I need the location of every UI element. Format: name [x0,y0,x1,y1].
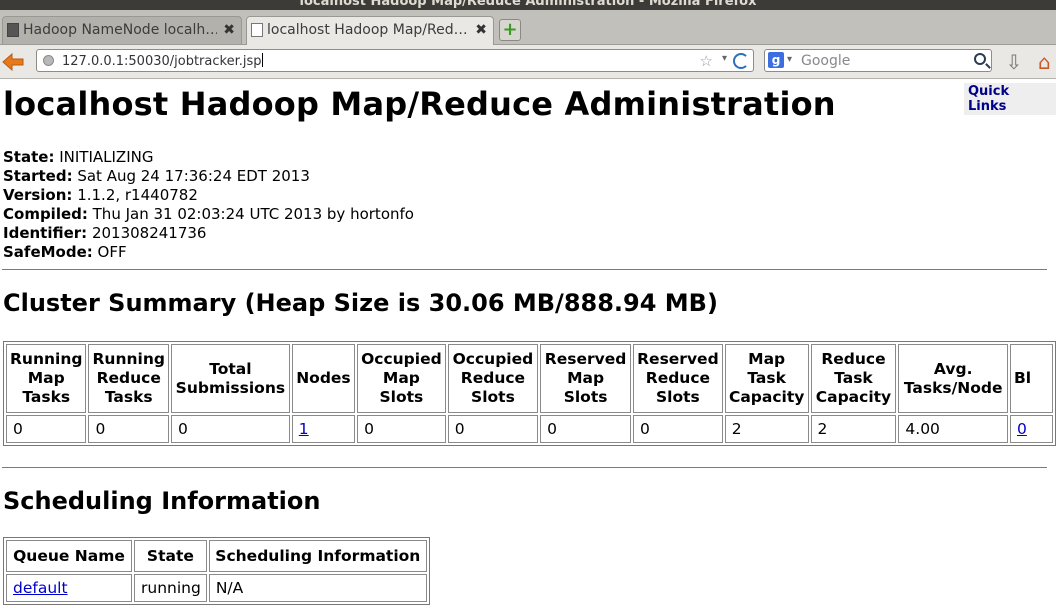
table-cell: 1 [291,415,356,443]
info-version: Version: 1.1.2, r1440782 [3,186,414,205]
quick-links-menu[interactable]: Quick Links [964,83,1056,115]
close-tab-icon[interactable]: ✖ [475,17,487,43]
column-header: Nodes [291,344,356,413]
bookmark-star-icon[interactable]: ☆ [700,52,713,70]
table-cell: N/A [208,574,427,602]
table-header-row: Queue Name State Scheduling Information [6,540,427,572]
info-state: State: INITIALIZING [3,148,414,167]
table-cell: 0 [540,415,632,443]
blank-page-icon [251,23,263,37]
info-safemode: SafeMode: OFF [3,243,414,262]
table-cell: 0 [170,415,290,443]
column-header: Total Submissions [170,344,290,413]
table-cell: 0 [447,415,539,443]
table-header-row: Running Map Tasks Running Reduce Tasks T… [6,344,1053,413]
table-row: 0 0 0 1 0 0 0 0 2 2 4.00 0 [6,415,1053,443]
info-value: 201308241736 [87,224,207,242]
text-caret [261,53,263,67]
info-label: State: [3,148,55,166]
table-cell: 2 [724,415,809,443]
home-icon[interactable]: ⌂ [1038,51,1056,73]
tab-jobtracker[interactable]: localhost Hadoop Map/Red… ✖ [246,16,494,45]
column-header: Reserved Reduce Slots [633,344,723,413]
search-engine-dropdown-icon[interactable]: ▾ [787,54,792,65]
scheduling-table: Queue Name State Scheduling Information … [3,537,430,605]
cluster-summary-heading: Cluster Summary (Heap Size is 30.06 MB/8… [3,289,718,317]
url-text[interactable]: 127.0.0.1:50030/jobtracker.jsp [62,54,262,69]
table-cell: 4.00 [898,415,1008,443]
search-bar[interactable]: g ▾ Google [764,49,992,72]
site-identity-icon[interactable] [43,55,54,66]
scheduling-information-heading: Scheduling Information [3,487,321,515]
table-cell: running [134,574,207,602]
column-header: State [134,540,207,572]
reload-icon[interactable] [733,53,749,69]
queue-link[interactable]: default [13,579,68,597]
info-started: Started: Sat Aug 24 17:36:24 EDT 2013 [3,167,414,186]
info-identifier: Identifier: 201308241736 [3,224,414,243]
page-content: Quick Links localhost Hadoop Map/Reduce … [0,79,1056,608]
table-row: default running N/A [6,574,427,602]
search-icon[interactable] [974,53,986,65]
history-dropdown-icon[interactable]: ▾ [722,53,727,64]
column-header: Queue Name [6,540,132,572]
info-value: Thu Jan 31 02:03:24 UTC 2013 by hortonfo [87,205,414,223]
table-cell: 2 [810,415,897,443]
info-label: Version: [3,186,73,204]
divider [2,467,1047,468]
column-header: Avg. Tasks/Node [898,344,1008,413]
search-input[interactable]: Google [801,53,850,69]
nodes-link[interactable]: 1 [299,420,309,438]
divider [2,269,1047,270]
info-label: Started: [3,167,73,185]
window-title-bar: localhost Hadoop Map/Reduce Administrati… [0,0,1056,10]
window-title: localhost Hadoop Map/Reduce Administrati… [299,0,757,9]
back-arrow-icon[interactable] [2,53,24,71]
table-cell: 0 [88,415,169,443]
page-title: localhost Hadoop Map/Reduce Administrati… [3,85,836,123]
google-engine-icon[interactable]: g [768,52,784,68]
info-value: Sat Aug 24 17:36:24 EDT 2013 [72,167,310,185]
column-header: Reserved Map Slots [540,344,632,413]
url-bar[interactable]: 127.0.0.1:50030/jobtracker.jsp ☆ ▾ [36,49,754,72]
new-tab-button[interactable]: + [499,19,521,41]
info-value: OFF [92,243,127,261]
column-header: Reduce Task Capacity [810,344,897,413]
info-value: INITIALIZING [54,148,154,166]
page-favicon-icon [7,23,19,37]
info-label: Compiled: [3,205,88,223]
download-arrow-icon[interactable]: ⇩ [1003,51,1025,73]
tab-strip: Hadoop NameNode localh… ✖ localhost Hado… [0,10,1056,45]
column-header: Map Task Capacity [724,344,809,413]
cluster-summary-table: Running Map Tasks Running Reduce Tasks T… [3,341,1056,446]
column-header: Bl [1009,344,1053,413]
column-header: Scheduling Information [208,540,427,572]
navigation-toolbar: 127.0.0.1:50030/jobtracker.jsp ☆ ▾ g ▾ G… [0,45,1056,79]
table-cell: 0 [633,415,723,443]
column-header: Occupied Reduce Slots [447,344,539,413]
table-cell: 0 [357,415,446,443]
info-value: 1.1.2, r1440782 [72,186,198,204]
column-header: Running Reduce Tasks [88,344,169,413]
info-label: Identifier: [3,224,88,242]
close-tab-icon[interactable]: ✖ [223,17,235,43]
tab-label: localhost Hadoop Map/Red… [267,22,468,38]
table-cell: 0 [1009,415,1053,443]
blacklisted-nodes-link[interactable]: 0 [1017,420,1027,438]
table-cell: default [6,574,132,602]
column-header: Running Map Tasks [6,344,87,413]
tab-label: Hadoop NameNode localh… [23,22,217,38]
tab-hadoop-namenode[interactable]: Hadoop NameNode localh… ✖ [2,16,242,44]
jobtracker-info: State: INITIALIZING Started: Sat Aug 24 … [3,148,414,262]
column-header: Occupied Map Slots [357,344,446,413]
info-compiled: Compiled: Thu Jan 31 02:03:24 UTC 2013 b… [3,205,414,224]
info-label: SafeMode: [3,243,93,261]
table-cell: 0 [6,415,87,443]
